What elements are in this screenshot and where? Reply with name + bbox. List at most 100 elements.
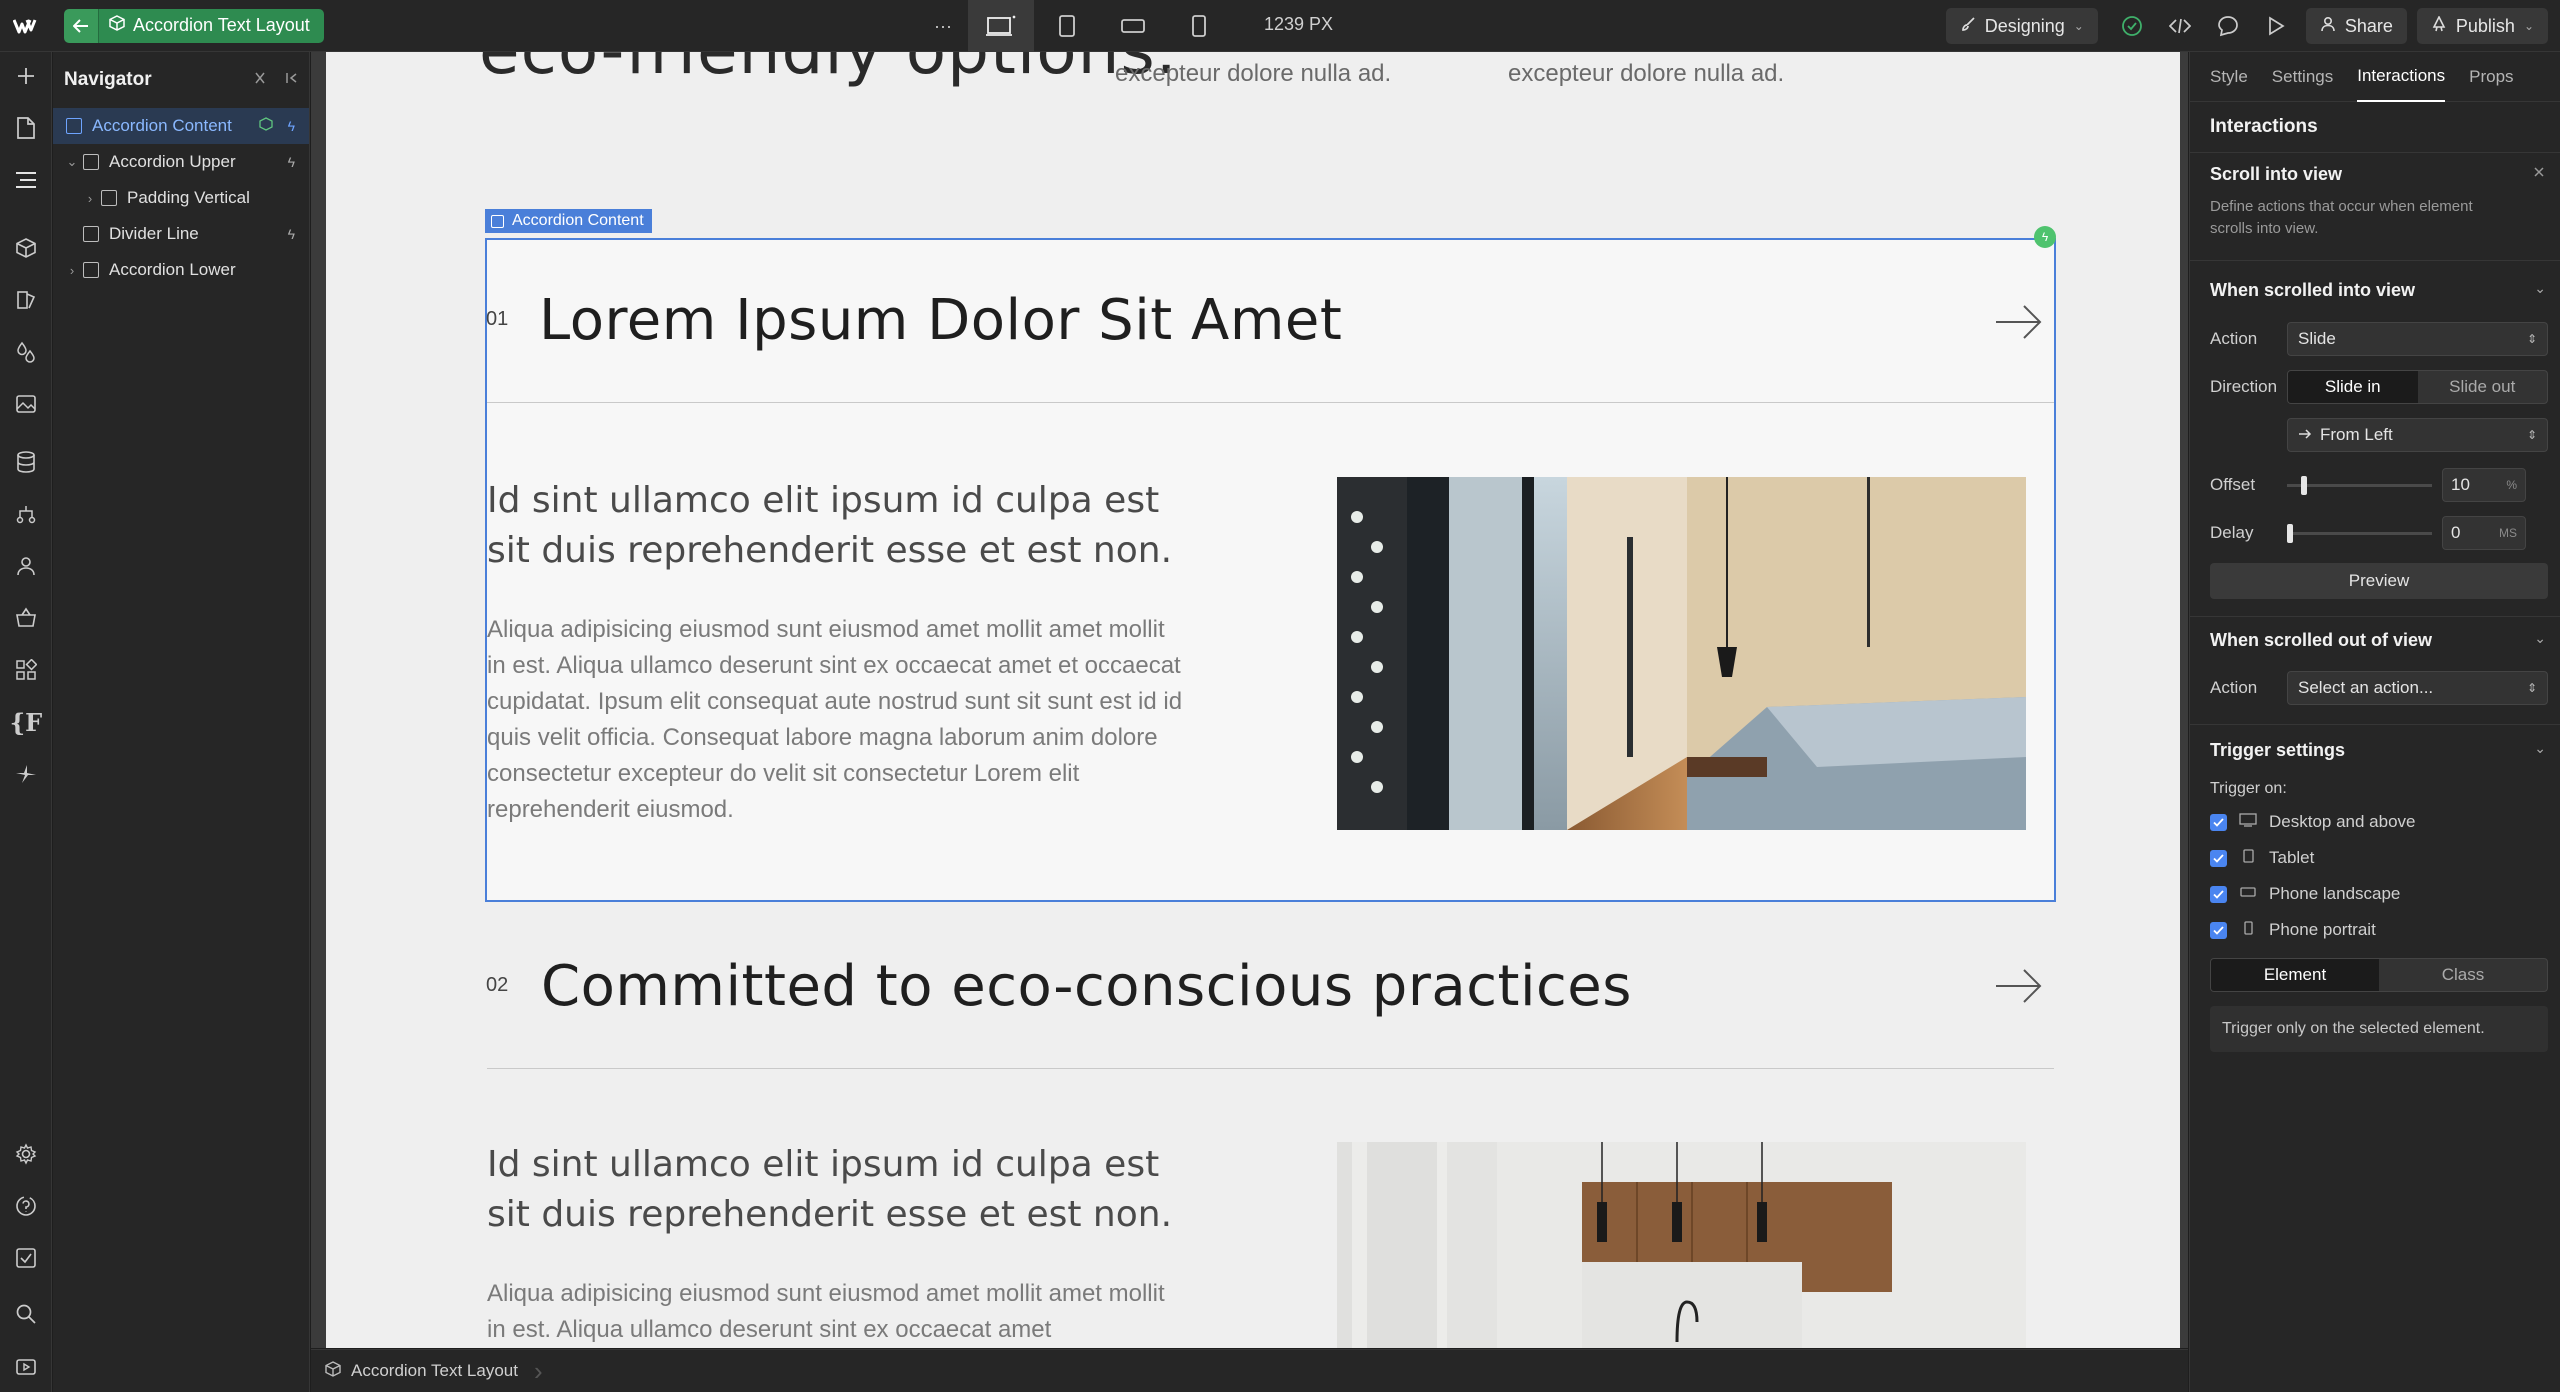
comments-icon[interactable] bbox=[2204, 0, 2252, 52]
navigator-icon[interactable] bbox=[0, 158, 52, 202]
hero-heading-partial[interactable]: eco-friendly options. bbox=[479, 52, 1178, 89]
more-options-button[interactable]: ··· bbox=[918, 0, 968, 52]
back-arrow-button[interactable] bbox=[64, 8, 98, 43]
arrow-right-icon[interactable] bbox=[1994, 966, 2044, 1011]
chevron-down-icon[interactable]: ⌄ bbox=[2534, 630, 2546, 647]
close-icon[interactable] bbox=[2532, 164, 2546, 184]
webflow-logo-icon[interactable] bbox=[0, 0, 52, 52]
design-canvas[interactable]: eco-friendly options. excepteur dolore n… bbox=[311, 52, 2188, 1348]
slide-in-option[interactable]: Slide in bbox=[2288, 371, 2418, 403]
code-icon[interactable] bbox=[2156, 0, 2204, 52]
search-icon[interactable] bbox=[0, 1292, 52, 1336]
accordion-title[interactable]: Committed to eco-conscious practices bbox=[541, 954, 1632, 1019]
nav-item-padding-vertical[interactable]: › Padding Vertical bbox=[53, 180, 309, 216]
checkbox-checked-icon[interactable] bbox=[2210, 921, 2227, 939]
share-button[interactable]: Share bbox=[2305, 8, 2407, 44]
offset-input[interactable]: 10 % bbox=[2442, 468, 2526, 502]
selection-label[interactable]: Accordion Content bbox=[485, 209, 652, 233]
settings-gear-icon[interactable] bbox=[0, 1132, 52, 1176]
nav-item-accordion-upper[interactable]: ⌄ Accordion Upper ϟ bbox=[53, 144, 309, 180]
nav-item-divider-line[interactable]: Divider Line ϟ bbox=[53, 216, 309, 252]
device-tablet-row[interactable]: Tablet bbox=[2210, 848, 2314, 868]
tablet-breakpoint-icon[interactable] bbox=[1034, 0, 1100, 52]
audit-check-icon[interactable] bbox=[2108, 0, 2156, 52]
video-tutorials-icon[interactable] bbox=[0, 1344, 52, 1388]
arrow-right-icon[interactable] bbox=[1994, 302, 2044, 347]
device-phone-portrait-row[interactable]: Phone portrait bbox=[2210, 920, 2376, 940]
slide-out-option[interactable]: Slide out bbox=[2418, 371, 2548, 403]
slider-handle[interactable] bbox=[2301, 475, 2307, 495]
action-select[interactable]: Slide ⇕ bbox=[2287, 322, 2548, 356]
tab-settings[interactable]: Settings bbox=[2272, 52, 2333, 102]
checkbox-checked-icon[interactable] bbox=[2210, 885, 2227, 903]
users-icon[interactable] bbox=[0, 544, 52, 588]
pages-icon[interactable] bbox=[0, 106, 52, 150]
caret-right-icon[interactable]: › bbox=[83, 191, 97, 206]
style-guide-icon[interactable] bbox=[0, 278, 52, 322]
breadcrumb-label[interactable]: Accordion Text Layout bbox=[351, 1361, 518, 1381]
top-caption[interactable]: excepteur dolore nulla ad. bbox=[1508, 60, 1784, 88]
checkbox-checked-icon[interactable] bbox=[2210, 849, 2227, 867]
tab-style[interactable]: Style bbox=[2210, 52, 2248, 102]
scope-element-option[interactable]: Element bbox=[2211, 959, 2379, 991]
nav-item-accordion-lower[interactable]: › Accordion Lower bbox=[53, 252, 309, 288]
accordion-body[interactable]: Aliqua adipisicing eiusmod sunt eiusmod … bbox=[487, 1276, 1187, 1348]
phone-portrait-icon[interactable] bbox=[1166, 0, 1232, 52]
device-phone-landscape-row[interactable]: Phone landscape bbox=[2210, 884, 2400, 904]
dock-panel-icon[interactable] bbox=[285, 70, 299, 90]
apps-icon[interactable] bbox=[0, 648, 52, 692]
preview-play-icon[interactable] bbox=[2252, 0, 2300, 52]
from-direction-select[interactable]: From Left ⇕ bbox=[2287, 418, 2548, 452]
publish-button[interactable]: Publish ⌄ bbox=[2416, 8, 2548, 44]
page-selector[interactable]: Accordion Text Layout bbox=[98, 8, 324, 43]
assets-image-icon[interactable] bbox=[0, 382, 52, 426]
out-action-select[interactable]: Select an action... ⇕ bbox=[2287, 671, 2548, 705]
cms-database-icon[interactable] bbox=[0, 440, 52, 484]
chevron-down-icon: ⌄ bbox=[2073, 19, 2084, 33]
desktop-breakpoint-icon[interactable] bbox=[968, 0, 1034, 52]
delay-slider[interactable] bbox=[2287, 523, 2432, 543]
action-row: Action Slide ⇕ bbox=[2210, 322, 2548, 356]
tab-interactions[interactable]: Interactions bbox=[2357, 52, 2446, 102]
delay-input[interactable]: 0 MS bbox=[2442, 516, 2526, 550]
accordion-subtitle[interactable]: Id sint ullamco elit ipsum id culpa est … bbox=[487, 476, 1207, 576]
plugin-icon[interactable] bbox=[0, 752, 52, 796]
desktop-icon bbox=[2239, 812, 2257, 832]
tasks-check-icon[interactable] bbox=[0, 1236, 52, 1280]
variables-drops-icon[interactable] bbox=[0, 330, 52, 374]
nav-item-accordion-content[interactable]: Accordion Content ϟ bbox=[53, 108, 309, 144]
add-elements-icon[interactable] bbox=[0, 54, 52, 98]
chevron-down-icon[interactable]: ⌄ bbox=[2534, 280, 2546, 297]
tab-props[interactable]: Props bbox=[2469, 52, 2513, 102]
preview-button[interactable]: Preview bbox=[2210, 563, 2548, 599]
slider-handle[interactable] bbox=[2287, 523, 2293, 543]
page-preview[interactable]: eco-friendly options. excepteur dolore n… bbox=[326, 52, 2180, 1348]
accordion-title[interactable]: Lorem Ipsum Dolor Sit Amet bbox=[539, 288, 1342, 353]
caret-right-icon[interactable]: › bbox=[65, 263, 79, 278]
phone-landscape-icon[interactable] bbox=[1100, 0, 1166, 52]
ecommerce-basket-icon[interactable] bbox=[0, 596, 52, 640]
checkbox-checked-icon[interactable] bbox=[2210, 813, 2227, 831]
scrolled-into-view-title[interactable]: When scrolled into view bbox=[2210, 280, 2415, 301]
chevron-down-icon[interactable]: ⌄ bbox=[2534, 740, 2546, 757]
components-icon[interactable] bbox=[0, 226, 52, 270]
scope-class-option[interactable]: Class bbox=[2379, 959, 2547, 991]
accordion-subtitle[interactable]: Id sint ullamco elit ipsum id culpa est … bbox=[487, 1140, 1207, 1240]
scrolled-out-of-view-title[interactable]: When scrolled out of view bbox=[2210, 630, 2432, 651]
mode-dropdown[interactable]: Designing ⌄ bbox=[1945, 8, 2098, 44]
caret-down-icon[interactable]: ⌄ bbox=[65, 154, 79, 170]
device-desktop-row[interactable]: Desktop and above bbox=[2210, 812, 2416, 832]
logic-flow-icon[interactable] bbox=[0, 492, 52, 536]
rocket-icon bbox=[2431, 14, 2447, 37]
accordion-body[interactable]: Aliqua adipisicing eiusmod sunt eiusmod … bbox=[487, 612, 1187, 828]
trigger-settings-title[interactable]: Trigger settings bbox=[2210, 740, 2345, 761]
fonts-icon[interactable]: {F bbox=[0, 700, 52, 744]
element-breadcrumb[interactable]: Accordion Text Layout › bbox=[311, 1349, 2188, 1392]
kitchen-photo[interactable] bbox=[1337, 1142, 2026, 1348]
offset-slider[interactable] bbox=[2287, 475, 2432, 495]
collapse-all-icon[interactable] bbox=[253, 70, 267, 90]
bedroom-photo[interactable] bbox=[1337, 477, 2026, 830]
top-caption[interactable]: excepteur dolore nulla ad. bbox=[1115, 60, 1391, 88]
share-label: Share bbox=[2344, 15, 2393, 36]
help-icon[interactable] bbox=[0, 1184, 52, 1228]
